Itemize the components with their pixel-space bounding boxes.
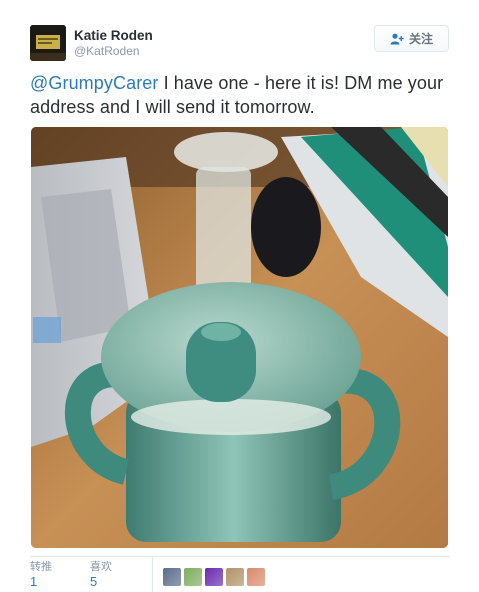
likers-avatars	[163, 568, 265, 586]
mention-link[interactable]: @GrumpyCarer	[30, 73, 159, 93]
liker-avatar-3[interactable]	[205, 568, 223, 586]
retweets-count[interactable]: 1	[30, 574, 52, 589]
author-name[interactable]: Katie Roden	[74, 28, 153, 43]
follow-button-label: 关注	[408, 32, 433, 46]
liker-avatar-2[interactable]	[184, 568, 202, 586]
follow-button[interactable]: 关注	[374, 25, 449, 52]
likes-label: 喜欢	[90, 561, 112, 573]
tweet-text: @GrumpyCarer I have one - here it is! DM…	[30, 71, 450, 119]
author-handle[interactable]: @KatRoden	[74, 44, 140, 58]
tweet-photo[interactable]	[31, 127, 448, 548]
liker-avatar-4[interactable]	[226, 568, 244, 586]
tweet-card: Katie Roden @KatRoden 关注 @GrumpyCarer I …	[0, 0, 479, 592]
tweet-stats: 转推 1 喜欢 5	[30, 556, 450, 592]
retweets-stat[interactable]: 转推 1	[30, 560, 52, 589]
likes-stat[interactable]: 喜欢 5	[90, 560, 112, 589]
liker-avatar-1[interactable]	[163, 568, 181, 586]
liker-avatar-5[interactable]	[247, 568, 265, 586]
add-user-icon	[390, 33, 404, 45]
avatar[interactable]	[30, 25, 66, 61]
likes-count[interactable]: 5	[90, 574, 112, 589]
stats-divider	[152, 557, 153, 592]
retweets-label: 转推	[30, 561, 52, 573]
